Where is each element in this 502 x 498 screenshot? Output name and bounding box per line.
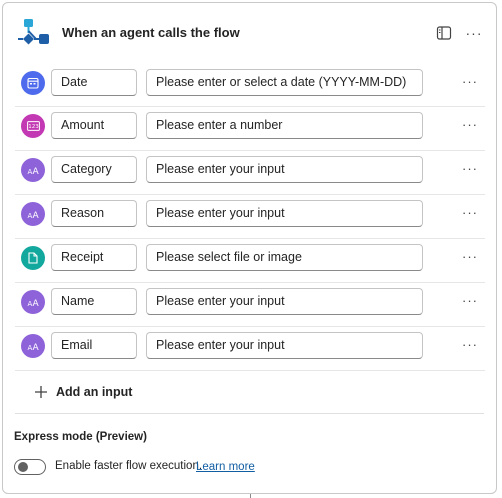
text-icon: AA [21, 158, 45, 182]
input-name-field[interactable]: Amount [51, 112, 137, 139]
learn-more-link[interactable]: Learn more [196, 461, 255, 473]
svg-text:A: A [32, 299, 39, 307]
input-description-field[interactable]: Please enter your input [146, 332, 423, 359]
input-description-field[interactable]: Please select file or image [146, 244, 423, 271]
input-description-field[interactable]: Please enter your input [146, 200, 423, 227]
section-divider [15, 413, 484, 414]
row-more-options-button[interactable]: ··· [459, 160, 481, 180]
input-list: Date Please enter or select a date (YYYY… [15, 64, 485, 371]
trigger-card: When an agent calls the flow ··· Date Pl… [2, 2, 497, 494]
number-icon: 123 [21, 114, 45, 138]
calendar-icon [21, 71, 45, 95]
row-more-options-button[interactable]: ··· [459, 73, 481, 93]
plus-icon [35, 386, 47, 398]
svg-text:123: 123 [28, 124, 39, 130]
svg-text:A: A [32, 167, 39, 175]
row-more-options-button[interactable]: ··· [459, 336, 481, 356]
row-more-options-button[interactable]: ··· [459, 248, 481, 268]
input-description-field[interactable]: Please enter a number [146, 112, 423, 139]
text-icon: AA [21, 334, 45, 358]
row-more-options-button[interactable]: ··· [459, 292, 481, 312]
input-row-category: AA Category Please enter your input ··· [15, 151, 485, 195]
input-row-receipt: Receipt Please select file or image ··· [15, 239, 485, 283]
express-mode-toggle[interactable] [14, 459, 46, 475]
input-name-field[interactable]: Receipt [51, 244, 137, 271]
input-row-amount: 123 Amount Please enter a number ··· [15, 107, 485, 151]
add-input-button[interactable]: Add an input [33, 381, 132, 403]
add-input-label: Add an input [56, 385, 133, 399]
row-more-options-button[interactable]: ··· [459, 116, 481, 136]
card-more-options-button[interactable]: ··· [463, 23, 485, 43]
input-row-name: AA Name Please enter your input ··· [15, 283, 485, 327]
text-icon: AA [21, 290, 45, 314]
agent-trigger-icon [18, 19, 49, 45]
row-more-options-button[interactable]: ··· [459, 204, 481, 224]
input-row-date: Date Please enter or select a date (YYYY… [15, 64, 485, 107]
file-icon [21, 246, 45, 270]
input-name-field[interactable]: Reason [51, 200, 137, 227]
panel-toggle-icon[interactable] [436, 25, 452, 41]
input-row-reason: AA Reason Please enter your input ··· [15, 195, 485, 239]
input-name-field[interactable]: Name [51, 288, 137, 315]
input-name-field[interactable]: Category [51, 156, 137, 183]
input-description-field[interactable]: Please enter or select a date (YYYY-MM-D… [146, 69, 423, 96]
card-header[interactable]: When an agent calls the flow ··· [3, 3, 496, 61]
input-name-field[interactable]: Email [51, 332, 137, 359]
input-description-field[interactable]: Please enter your input [146, 288, 423, 315]
flow-connector-line [250, 494, 251, 498]
svg-text:A: A [32, 343, 39, 351]
express-mode-heading: Express mode (Preview) [14, 431, 147, 443]
input-row-email: AA Email Please enter your input ··· [15, 327, 485, 371]
card-title: When an agent calls the flow [62, 25, 240, 40]
toggle-knob [18, 462, 28, 472]
express-mode-toggle-label: Enable faster flow execution. [55, 460, 203, 472]
svg-text:A: A [32, 211, 39, 219]
text-icon: AA [21, 202, 45, 226]
input-name-field[interactable]: Date [51, 69, 137, 96]
input-description-field[interactable]: Please enter your input [146, 156, 423, 183]
